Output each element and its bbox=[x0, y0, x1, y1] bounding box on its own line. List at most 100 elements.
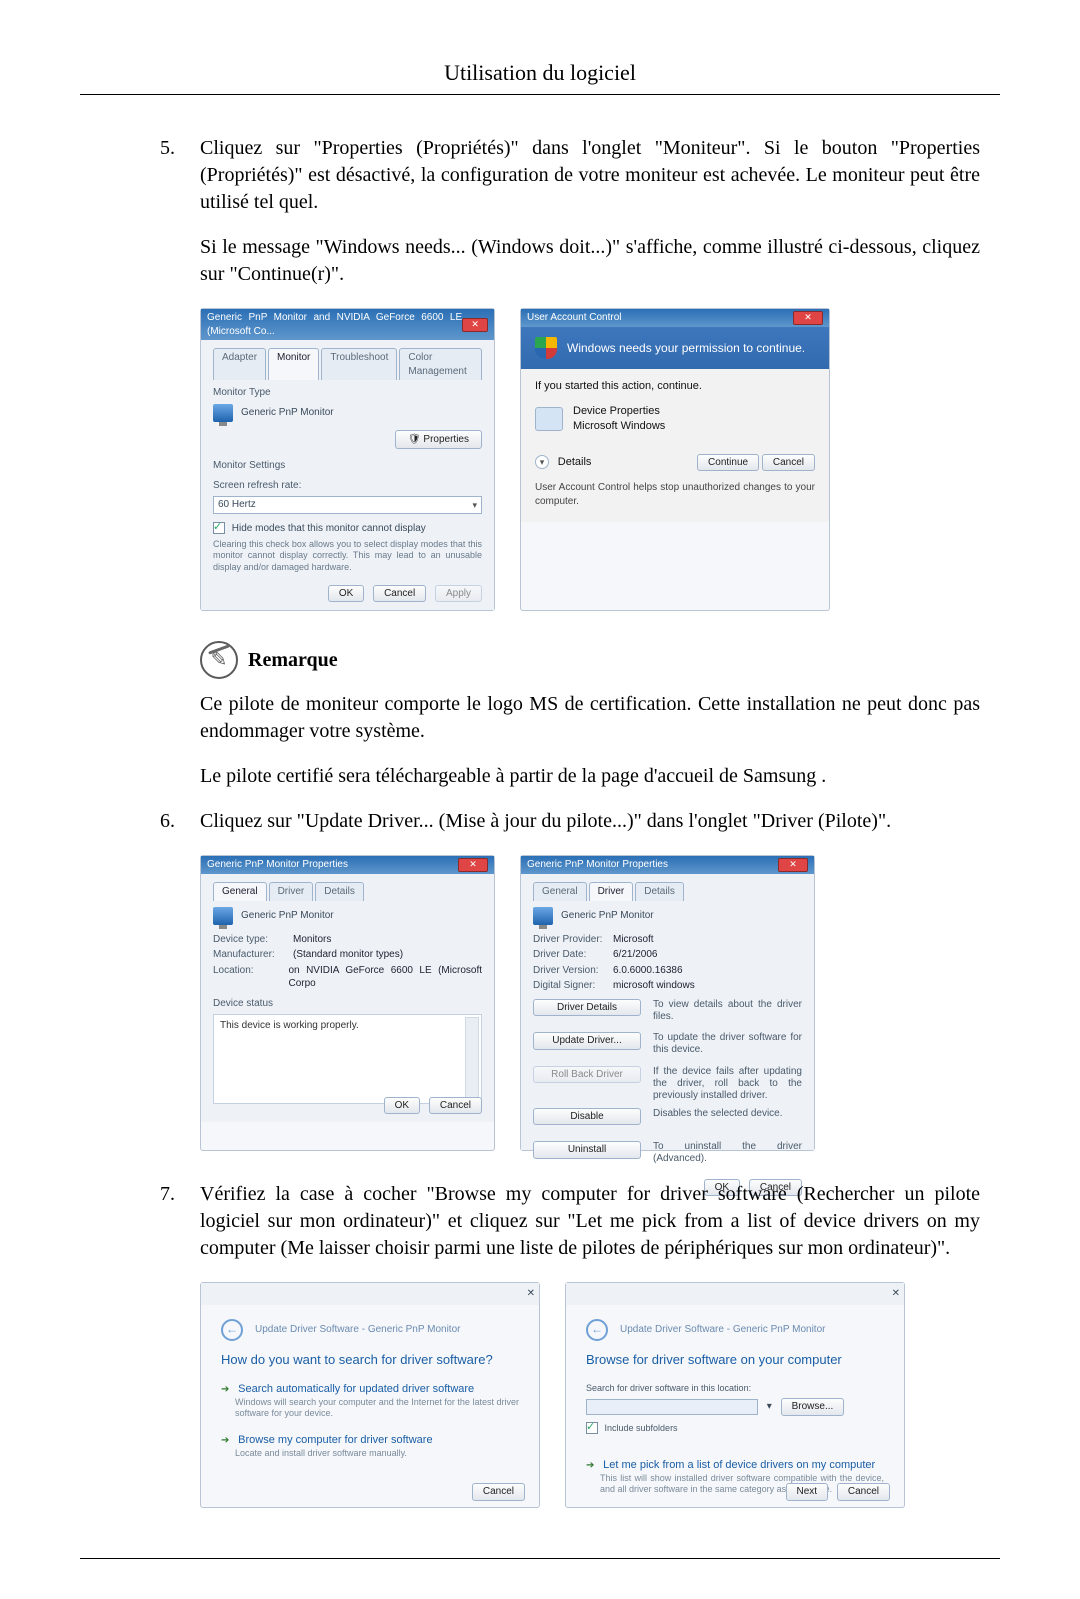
propgen-devtype-value: Monitors bbox=[293, 933, 331, 947]
uac-footer-text: User Account Control helps stop unauthor… bbox=[535, 481, 815, 508]
propdrv-close-button[interactable]: ✕ bbox=[778, 858, 808, 872]
uac-ifyoustarted: If you started this action, continue. bbox=[535, 379, 815, 394]
back-arrow-icon[interactable]: ← bbox=[586, 1319, 608, 1341]
back-arrow-icon[interactable]: ← bbox=[221, 1319, 243, 1341]
propgen-monitor-name: Generic PnP Monitor bbox=[241, 909, 334, 923]
tab-troubleshoot[interactable]: Troubleshoot bbox=[321, 348, 397, 380]
dlg1-hidemodes-checkbox[interactable] bbox=[213, 522, 225, 534]
propgen-tab-driver[interactable]: Driver bbox=[269, 882, 314, 901]
dlg-monitor-properties: Generic PnP Monitor and NVIDIA GeForce 6… bbox=[200, 308, 495, 611]
wiz1-opt2-desc: Locate and install driver software manua… bbox=[235, 1448, 519, 1459]
propgen-tab-details[interactable]: Details bbox=[315, 882, 364, 901]
wiz2-path-input[interactable] bbox=[586, 1399, 758, 1415]
wiz1-question: How do you want to search for driver sof… bbox=[221, 1351, 519, 1369]
wiz2-breadcrumb: Update Driver Software - Generic PnP Mon… bbox=[620, 1323, 825, 1337]
uac-device-props: Device Properties bbox=[573, 404, 665, 419]
dlg1-monitor-settings-label: Monitor Settings bbox=[213, 459, 482, 473]
step-6: 6. Cliquez sur "Update Driver... (Mise à… bbox=[200, 808, 980, 835]
propdrv-disable-button[interactable]: Disable bbox=[533, 1108, 641, 1126]
uac-cancel-button[interactable]: Cancel bbox=[762, 454, 815, 472]
tab-monitor[interactable]: Monitor bbox=[268, 348, 319, 380]
dlg1-refresh-label: Screen refresh rate: bbox=[213, 479, 482, 493]
dlg1-titlebar: Generic PnP Monitor and NVIDIA GeForce 6… bbox=[201, 309, 494, 340]
note-title: Remarque bbox=[248, 647, 338, 674]
dlg-props-driver: Generic PnP Monitor Properties ✕ General… bbox=[520, 855, 815, 1151]
propgen-status-box: This device is working properly. bbox=[213, 1014, 482, 1104]
dlg1-title-text: Generic PnP Monitor and NVIDIA GeForce 6… bbox=[207, 311, 462, 338]
propdrv-provider-label: Driver Provider: bbox=[533, 933, 613, 947]
page-header: Utilisation du logiciel bbox=[0, 60, 1080, 86]
propgen-devtype-label: Device type: bbox=[213, 933, 293, 947]
propgen-cancel-button[interactable]: Cancel bbox=[429, 1097, 482, 1115]
step-5-para-1: Cliquez sur "Properties (Propriétés)" da… bbox=[200, 135, 980, 216]
arrow-icon: ➔ bbox=[586, 1460, 594, 1471]
note-block: ✎ Remarque bbox=[200, 641, 980, 679]
propdrv-details-desc: To view details about the driver files. bbox=[653, 999, 802, 1027]
uac-header: Windows needs your permission to continu… bbox=[521, 327, 829, 369]
dlg1-properties-button[interactable]: 🛡 Properties bbox=[395, 430, 482, 450]
arrow-icon: ➔ bbox=[221, 1435, 229, 1446]
chevron-down-icon[interactable]: ▾ bbox=[767, 1401, 772, 1412]
wiz2-search-label: Search for driver software in this locat… bbox=[586, 1382, 884, 1394]
propdrv-uninstall-desc: To uninstall the driver (Advanced). bbox=[653, 1141, 802, 1169]
propdrv-details-button[interactable]: Driver Details bbox=[533, 999, 641, 1017]
propdrv-title-text: Generic PnP Monitor Properties bbox=[527, 858, 668, 872]
footer-rule bbox=[80, 1558, 1000, 1559]
wiz2-cancel-button[interactable]: Cancel bbox=[837, 1483, 890, 1501]
propdrv-uninstall-button[interactable]: Uninstall bbox=[533, 1141, 641, 1159]
wiz2-close-button[interactable]: ✕ bbox=[892, 1287, 900, 1301]
propdrv-date-value: 6/21/2006 bbox=[613, 948, 658, 962]
note-para-1: Ce pilote de moniteur comporte le logo M… bbox=[200, 691, 980, 745]
step-5-para-2: Si le message "Windows needs... (Windows… bbox=[200, 234, 980, 288]
wiz1-cancel-button[interactable]: Cancel bbox=[472, 1483, 525, 1501]
uac-continue-button[interactable]: Continue bbox=[697, 454, 759, 472]
step-5-number: 5. bbox=[160, 135, 175, 162]
wiz1-option-browse[interactable]: ➔ Browse my computer for driver software… bbox=[221, 1433, 519, 1459]
propdrv-version-value: 6.0.6000.16386 bbox=[613, 964, 683, 978]
uac-ms-windows: Microsoft Windows bbox=[573, 419, 665, 434]
propdrv-signer-value: microsoft windows bbox=[613, 979, 695, 993]
chevron-down-icon[interactable]: ▾ bbox=[535, 455, 549, 469]
content-area: 5. Cliquez sur "Properties (Propriétés)"… bbox=[0, 135, 1080, 1508]
dlg1-apply-button[interactable]: Apply bbox=[435, 585, 482, 603]
wiz1-option-auto[interactable]: ➔ Search automatically for updated drive… bbox=[221, 1382, 519, 1419]
propgen-location-label: Location: bbox=[213, 964, 288, 991]
propdrv-tab-general[interactable]: General bbox=[533, 882, 587, 901]
propdrv-version-label: Driver Version: bbox=[533, 964, 613, 978]
arrow-icon: ➔ bbox=[221, 1384, 229, 1395]
propgen-titlebar: Generic PnP Monitor Properties ✕ bbox=[201, 856, 494, 874]
propdrv-tab-details[interactable]: Details bbox=[635, 882, 684, 901]
wiz2-include-sub-checkbox[interactable] bbox=[586, 1422, 598, 1434]
propdrv-rollback-button[interactable]: Roll Back Driver bbox=[533, 1066, 641, 1084]
wiz2-next-button[interactable]: Next bbox=[786, 1483, 829, 1501]
wiz1-opt2-title: Browse my computer for driver software bbox=[238, 1434, 432, 1446]
tab-color-management[interactable]: Color Management bbox=[399, 348, 482, 380]
dlg1-refresh-select[interactable]: 60 Hertz ▾ bbox=[213, 496, 482, 514]
dlg-props-general: Generic PnP Monitor Properties ✕ General… bbox=[200, 855, 495, 1151]
propdrv-update-button[interactable]: Update Driver... bbox=[533, 1032, 641, 1050]
step-5: 5. Cliquez sur "Properties (Propriétés)"… bbox=[200, 135, 980, 288]
scrollbar[interactable] bbox=[465, 1017, 479, 1101]
tab-adapter[interactable]: Adapter bbox=[213, 348, 266, 380]
step-7-para-1: Vérifiez la case à cocher "Browse my com… bbox=[200, 1181, 980, 1262]
propdrv-monitor-name: Generic PnP Monitor bbox=[561, 909, 654, 923]
dlg1-close-button[interactable]: ✕ bbox=[462, 318, 488, 332]
wiz1-opt1-desc: Windows will search your computer and th… bbox=[235, 1397, 519, 1420]
dlg1-cancel-button[interactable]: Cancel bbox=[373, 585, 426, 603]
uac-titlebar: User Account Control ✕ bbox=[521, 309, 829, 327]
propdrv-date-label: Driver Date: bbox=[533, 948, 613, 962]
propgen-close-button[interactable]: ✕ bbox=[458, 858, 488, 872]
propdrv-tab-driver[interactable]: Driver bbox=[589, 882, 634, 901]
propgen-tab-general[interactable]: General bbox=[213, 882, 267, 901]
propgen-ok-button[interactable]: OK bbox=[384, 1097, 420, 1115]
uac-details-label[interactable]: Details bbox=[558, 456, 592, 468]
wiz2-browse-button[interactable]: Browse... bbox=[781, 1398, 845, 1416]
chevron-down-icon: ▾ bbox=[472, 499, 477, 511]
uac-close-button[interactable]: ✕ bbox=[793, 311, 823, 325]
dlg1-ok-button[interactable]: OK bbox=[328, 585, 364, 603]
dlg1-hidemodes-help: Clearing this check box allows you to se… bbox=[213, 539, 482, 573]
wiz1-close-button[interactable]: ✕ bbox=[527, 1287, 535, 1301]
note-para-2: Le pilote certifié sera téléchargeable à… bbox=[200, 763, 980, 790]
figure-row-1: Generic PnP Monitor and NVIDIA GeForce 6… bbox=[200, 308, 980, 611]
propdrv-signer-label: Digital Signer: bbox=[533, 979, 613, 993]
